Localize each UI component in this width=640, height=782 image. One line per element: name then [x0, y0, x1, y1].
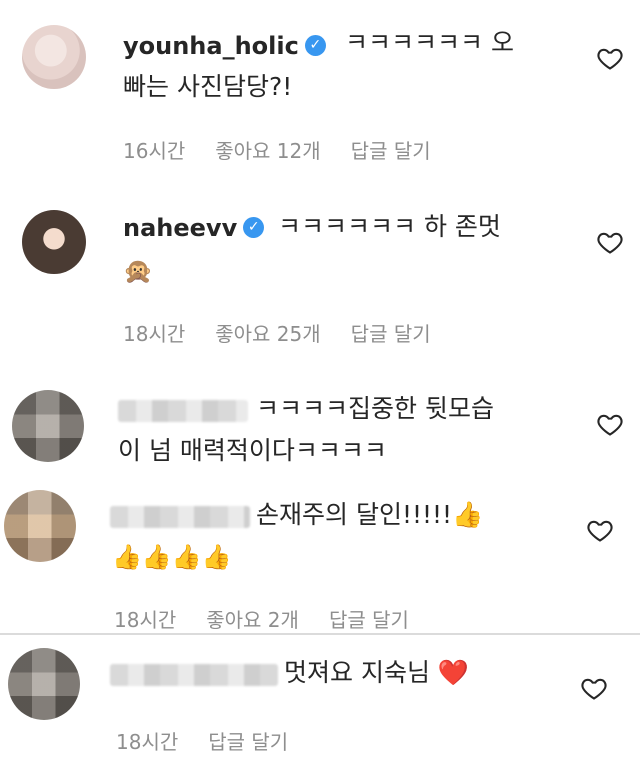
reply-button[interactable]: 답글 달기	[351, 322, 431, 346]
comment-text-line1: 멋져요 지숙님 ❤️	[284, 658, 470, 687]
heart-outline-icon[interactable]	[596, 410, 624, 438]
comment-text-line2: 🙊	[123, 257, 153, 285]
comment-username[interactable]: naheevv ✓	[123, 214, 265, 242]
divider	[0, 633, 640, 635]
comment-text-line1: ㅋㅋㅋㅋ집중한 뒷모습	[256, 394, 494, 423]
comment-text-line2: 👍👍👍👍	[112, 543, 232, 571]
comment-meta: 18시간 좋아요 25개 답글 달기	[123, 318, 461, 347]
comment-meta: 16시간 좋아요 12개 답글 달기	[123, 135, 461, 164]
comment-item: 멋져요 지숙님 ❤️ 18시간 답글 달기	[0, 636, 640, 782]
avatar[interactable]	[22, 210, 86, 274]
comment-item: 손재주의 달인!!!!!👍 👍👍👍👍 18시간 좋아요 2개 답글 달기	[0, 480, 640, 633]
heart-outline-icon[interactable]	[580, 674, 608, 702]
comment-likes[interactable]: 좋아요 25개	[215, 322, 320, 346]
comment-time[interactable]: 16시간	[123, 139, 185, 163]
comment-likes[interactable]: 좋아요 2개	[206, 608, 299, 632]
comment-text-line1: ㅋㅋㅋㅋㅋㅋ 오	[345, 28, 514, 57]
comment-meta: 18시간 좋아요 2개 답글 달기	[114, 604, 439, 633]
comment-text-line1: ㅋㅋㅋㅋㅋㅋ 하 존멋	[278, 212, 501, 241]
comment-item: younha_holic ✓ ㅋㅋㅋㅋㅋㅋ 오 빠는 사진담당?! 16시간 좋아요…	[0, 0, 640, 190]
comment-username[interactable]	[110, 506, 250, 528]
reply-button[interactable]: 답글 달기	[329, 608, 409, 632]
comment-text-line1: 손재주의 달인!!!!!👍	[256, 500, 484, 529]
comment-time[interactable]: 18시간	[123, 322, 185, 346]
comment-likes[interactable]: 좋아요 12개	[215, 139, 320, 163]
avatar[interactable]	[4, 490, 76, 562]
avatar[interactable]	[8, 648, 80, 720]
heart-outline-icon[interactable]	[586, 516, 614, 544]
comment-meta: 18시간 답글 달기	[116, 726, 318, 755]
comment-item: ㅋㅋㅋㅋ집중한 뒷모습 이 넘 매력적이다ㅋㅋㅋㅋ	[0, 380, 640, 480]
comment-text-line2: 빠는 사진담당?!	[123, 72, 293, 101]
reply-button[interactable]: 답글 달기	[208, 730, 288, 754]
comment-time[interactable]: 18시간	[116, 730, 178, 754]
verified-badge-icon: ✓	[243, 216, 265, 238]
comment-username[interactable]	[110, 664, 278, 686]
reply-button[interactable]: 답글 달기	[351, 139, 431, 163]
avatar[interactable]	[22, 25, 86, 89]
comment-item: naheevv ✓ ㅋㅋㅋㅋㅋㅋ 하 존멋 🙊 18시간 좋아요 25개 답글 달기	[0, 190, 640, 370]
avatar[interactable]	[12, 390, 84, 462]
comment-username[interactable]	[118, 400, 248, 422]
verified-badge-icon: ✓	[304, 34, 326, 56]
heart-outline-icon[interactable]	[596, 228, 624, 256]
comment-time[interactable]: 18시간	[114, 608, 176, 632]
heart-outline-icon[interactable]	[596, 44, 624, 72]
comment-text-line2: 이 넘 매력적이다ㅋㅋㅋㅋ	[118, 436, 387, 465]
comment-username[interactable]: younha_holic ✓	[123, 32, 326, 60]
